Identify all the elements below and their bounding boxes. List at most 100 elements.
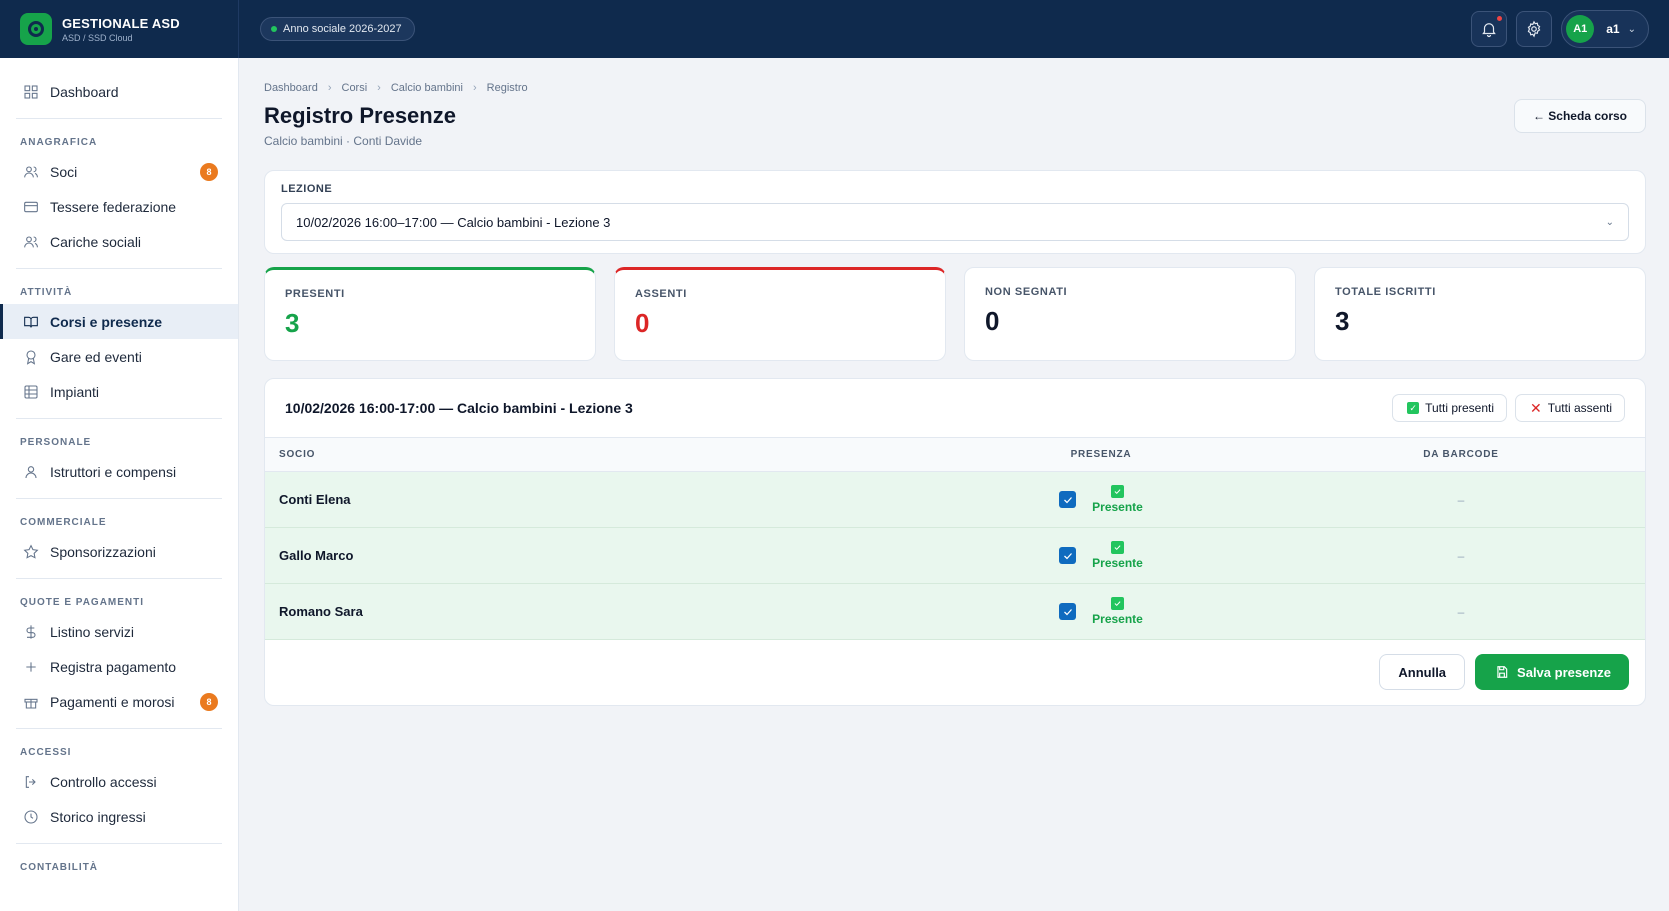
presence-status: Presente	[1092, 612, 1143, 626]
presence-status: Presente	[1092, 500, 1143, 514]
plus-icon	[26, 661, 36, 672]
all-present-button[interactable]: ✓ Tutti presenti	[1392, 394, 1508, 422]
sidebar-item-impianti[interactable]: Impianti	[0, 374, 238, 409]
column-header: PRESENZA	[1070, 449, 1132, 460]
all-absent-button[interactable]: ✕ Tutti assenti	[1515, 394, 1625, 422]
divider	[16, 268, 222, 269]
brand[interactable]: GESTIONALE ASD ASD / SSD Cloud	[0, 0, 239, 58]
check-icon	[1063, 552, 1072, 559]
user-menu[interactable]: A1 a1 ⌄	[1561, 10, 1649, 48]
divider	[16, 498, 222, 499]
stat-label: NON SEGNATI	[985, 286, 1068, 298]
section-quote: QUOTE E PAGAMENTI	[20, 597, 145, 608]
back-to-course-button[interactable]: ← Scheda corso	[1513, 99, 1646, 133]
member-name: Romano Sara	[279, 604, 363, 619]
stat-value: 0	[635, 308, 650, 338]
section-personale: PERSONALE	[20, 437, 92, 448]
award-icon	[26, 349, 36, 365]
sidebar-item-label: Soci	[50, 163, 78, 180]
attendance-card: 10/02/2026 16:00-17:00 — Calcio bambini …	[264, 378, 1646, 706]
breadcrumb-current: Registro	[486, 82, 528, 94]
check-icon	[1110, 541, 1124, 554]
notifications-button[interactable]	[1471, 11, 1508, 47]
status-dot-icon	[271, 26, 277, 32]
count-badge: 8	[200, 162, 218, 181]
sidebar-item-label: Listino servizi	[50, 623, 135, 640]
user-icon	[25, 465, 37, 478]
sidebar-item-label: Gare ed eventi	[50, 348, 142, 365]
sidebar-item-label: Istruttori e compensi	[50, 463, 177, 480]
sidebar-item-soci[interactable]: Soci 8	[0, 154, 238, 189]
sidebar-item-tessere[interactable]: Tessere federazione	[0, 189, 238, 224]
main-content: Dashboard › Corsi › Calcio bambini › Reg…	[264, 58, 1646, 706]
gift-icon	[24, 698, 38, 709]
sidebar-item-corsi[interactable]: Corsi e presenze	[0, 304, 238, 339]
stat-label: TOTALE ISCRITTI	[1335, 286, 1436, 298]
sidebar-item-label: Tessere federazione	[50, 198, 177, 215]
stat-label: PRESENTI	[285, 288, 345, 300]
save-attendance-button[interactable]: Salva presenze	[1475, 654, 1629, 690]
sidebar-item-pagamenti[interactable]: Pagamenti e morosi 8	[0, 684, 238, 719]
sidebar-item-cariche[interactable]: Cariche sociali	[0, 224, 238, 259]
stat-label: ASSENTI	[635, 288, 687, 300]
stats-row: PRESENTI 3 ASSENTI 0 NON SEGNATI 0 TOTAL…	[264, 267, 1646, 361]
stat-value: 3	[285, 308, 300, 338]
divider	[16, 418, 222, 419]
user-name: a1	[1606, 22, 1620, 36]
login-icon	[25, 775, 36, 788]
check-icon: ✓	[1407, 402, 1420, 414]
book-icon	[24, 316, 38, 327]
breadcrumb-link[interactable]: Calcio bambini	[391, 82, 463, 94]
sidebar-item-registra[interactable]: Registra pagamento	[0, 649, 238, 684]
column-header: SOCIO	[279, 449, 316, 460]
member-name: Gallo Marco	[279, 548, 354, 563]
attendance-header: 10/02/2026 16:00-17:00 — Calcio bambini …	[265, 379, 1645, 438]
sidebar-item-label: Storico ingressi	[50, 808, 146, 825]
sidebar-item-controllo[interactable]: Controllo accessi	[0, 764, 238, 799]
season-label: Anno sociale 2026-2027	[283, 23, 402, 35]
attendance-title: 10/02/2026 16:00-17:00 — Calcio bambini …	[285, 400, 633, 416]
sidebar-item-label: Corsi e presenze	[50, 313, 163, 330]
divider	[16, 118, 222, 119]
section-contabilita: CONTABILITÀ	[20, 862, 99, 873]
users-icon	[24, 165, 38, 177]
section-attivita: ATTIVITÀ	[20, 287, 73, 298]
table-icon	[24, 384, 38, 399]
dollar-icon	[26, 624, 36, 639]
sidebar-item-storico[interactable]: Storico ingressi	[0, 799, 238, 834]
presence-checkbox[interactable]	[1059, 603, 1077, 620]
chevron-down-icon: ⌄	[1605, 216, 1614, 228]
presence-checkbox[interactable]	[1059, 491, 1077, 508]
sidebar-item-gare[interactable]: Gare ed eventi	[0, 339, 238, 374]
clock-icon	[24, 809, 38, 824]
member-name: Conti Elena	[279, 492, 351, 507]
sidebar-item-sponsor[interactable]: Sponsorizzazioni	[0, 534, 238, 569]
chevron-down-icon: ⌄	[1627, 23, 1636, 35]
presence-checkbox[interactable]	[1059, 547, 1077, 564]
close-icon: ✕	[1530, 399, 1542, 416]
card-icon	[24, 201, 38, 212]
stat-non-segnati: NON SEGNATI 0	[964, 267, 1296, 361]
stat-totale: TOTALE ISCRITTI 3	[1314, 267, 1646, 361]
column-header: DA BARCODE	[1423, 449, 1499, 460]
breadcrumb-link[interactable]: Dashboard	[264, 82, 318, 94]
stat-presenti: PRESENTI 3	[264, 267, 596, 361]
sidebar-item-listino[interactable]: Listino servizi	[0, 614, 238, 649]
lesson-select[interactable]: 10/02/2026 16:00–17:00 — Calcio bambini …	[281, 203, 1629, 241]
sidebar-item-label: Controllo accessi	[50, 773, 157, 790]
stat-value: 3	[1335, 306, 1350, 336]
lesson-card: LEZIONE 10/02/2026 16:00–17:00 — Calcio …	[264, 170, 1646, 254]
cancel-button[interactable]: Annulla	[1379, 654, 1466, 690]
sidebar-item-label: Sponsorizzazioni	[50, 543, 156, 560]
barcode-value: –	[1457, 604, 1465, 619]
section-anagrafica: ANAGRAFICA	[20, 137, 98, 148]
sidebar-item-istruttori[interactable]: Istruttori e compensi	[0, 454, 238, 489]
save-icon	[1497, 666, 1508, 678]
sidebar-item-dashboard[interactable]: Dashboard	[0, 74, 238, 109]
breadcrumb-link[interactable]: Corsi	[342, 82, 368, 94]
settings-button[interactable]	[1516, 11, 1553, 47]
season-selector[interactable]: Anno sociale 2026-2027	[260, 17, 415, 41]
presence-status: Presente	[1092, 556, 1143, 570]
divider	[16, 728, 222, 729]
app-name: GESTIONALE ASD	[62, 15, 180, 31]
